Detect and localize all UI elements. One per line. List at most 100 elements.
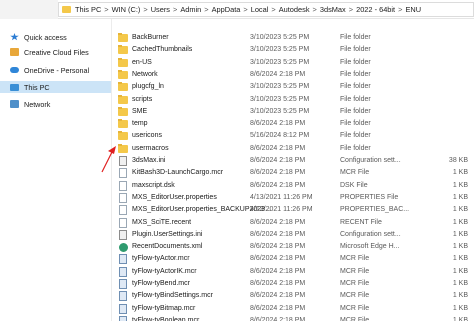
file-date-modified: 3/10/2023 5:25 PM [250,107,310,115]
file-date-modified: 3/10/2023 5:25 PM [250,58,310,66]
folder-icon [62,6,71,13]
file-size: 1 KB [452,169,468,177]
nav-item-this-pc[interactable]: This PC [0,81,111,93]
breadcrumb-appdata[interactable]: AppData [212,5,241,14]
file-size [428,69,468,81]
file-row[interactable]: Plugin.UserSettings.ini 8/6/2024 2:18 PM C… [116,229,474,241]
breadcrumb-users[interactable]: Users [151,5,170,14]
nav-item-label: Quick access [24,32,67,42]
onedrive-icon [10,67,19,73]
file-row[interactable]: BackBurner 3/10/2023 5:25 PM File folder [116,32,474,44]
breadcrumb-2022-64bit[interactable]: 2022 - 64bit [356,5,395,14]
file-type: Configuration sett... [340,230,401,238]
breadcrumb-this-pc[interactable]: This PC [75,5,101,14]
nav-item-quick-access[interactable]: Quick access [0,31,111,43]
breadcrumb-3dsmax[interactable]: 3dsMax [320,5,346,14]
script-file-icon [119,266,127,277]
chevron-right-icon[interactable]: > [243,5,247,14]
chevron-right-icon[interactable]: > [349,5,353,14]
file-date-modified: 8/6/2024 2:18 PM [250,230,306,238]
file-row[interactable]: MXS_EditorUser.properties_BACKUP2023... 4… [116,204,474,216]
nav-item-creative-cloud[interactable]: Creative Cloud Files [0,46,111,58]
file-row[interactable]: Network 8/6/2024 2:18 PM File folder [116,69,474,81]
file-type: PROPERTIES_BAC... [340,206,410,214]
nav-item-network[interactable]: Network [0,98,111,110]
file-row[interactable]: tyFlow-tyBoolean.mcr 8/6/2024 2:18 PM MCR … [116,315,474,321]
file-row[interactable]: RecentDocuments.xml 8/6/2024 2:18 PM Micro… [116,241,474,253]
file-date-modified: 8/6/2024 2:18 PM [250,267,306,275]
breadcrumb-local[interactable]: Local [251,5,269,14]
folder-icon [118,143,128,153]
file-size [428,81,468,93]
chevron-right-icon[interactable]: > [173,5,177,14]
file-type: DSK File [340,181,368,189]
chevron-right-icon[interactable]: > [143,5,147,14]
chevron-right-icon[interactable]: > [271,5,275,14]
file-row[interactable]: tyFlow-tyBend.mcr 8/6/2024 2:18 PM MCR Fil… [116,278,474,290]
settings-file-icon [119,156,127,166]
breadcrumb[interactable]: This PC > WIN (C:) > Users > Admin > App… [58,2,474,17]
file-type: File folder [340,120,371,128]
nav-item-label: Network [24,99,51,109]
file-row[interactable]: scripts 3/10/2023 5:25 PM File folder [116,94,474,106]
file-row[interactable]: MXS_SciTE.recent 8/6/2024 2:18 PM RECENT F… [116,217,474,229]
breadcrumb-admin[interactable]: Admin [180,5,201,14]
file-row[interactable]: temp 8/6/2024 2:18 PM File folder [116,118,474,130]
file-size: 1 KB [452,193,468,201]
file-date-modified: 8/6/2024 2:18 PM [250,218,306,226]
breadcrumb-autodesk[interactable]: Autodesk [279,5,310,14]
file-row[interactable]: KitBash3D-LaunchCargo.mcr 8/6/2024 2:18 P… [116,167,474,179]
file-date-modified: 8/6/2024 2:18 PM [250,169,306,177]
chevron-right-icon[interactable]: > [398,5,402,14]
file-row[interactable]: SME 3/10/2023 5:25 PM File folder [116,106,474,118]
file-row[interactable]: tyFlow-tyActor.mcr 8/6/2024 2:18 PM MCR Fi… [116,253,474,265]
script-file-icon [119,279,127,289]
file-size: 1 KB [452,206,468,214]
folder-icon [118,106,128,116]
file-date-modified: 8/6/2024 2:18 PM [250,144,306,152]
file-row[interactable]: tyFlow-tyBindSettings.mcr 8/6/2024 2:18 P… [116,290,474,302]
file-size [428,57,468,69]
file-date-modified: 8/6/2024 2:18 PM [250,316,306,321]
file-size: 1 KB [452,230,468,238]
folder-icon [118,69,128,79]
file-date-modified: 4/13/2021 11:26 PM [250,206,313,214]
file-row[interactable]: MXS_EditorUser.properties 4/13/2021 11:26… [116,192,474,204]
file-date-modified: 3/10/2023 5:25 PM [250,46,310,54]
folder-icon [118,119,128,129]
file-row[interactable]: maxscript.dsk 8/6/2024 2:18 PM DSK File 1 K… [116,180,474,192]
file-row[interactable]: usericons 5/16/2024 8:12 PM File folder [116,130,474,142]
file-type: File folder [340,34,371,41]
file-row[interactable]: tyFlow-tyBitmap.mcr 8/6/2024 2:18 PM MCR F… [116,303,474,315]
chevron-right-icon[interactable]: > [313,5,317,14]
breadcrumb-enu[interactable]: ENU [405,5,421,14]
breadcrumb-win-c[interactable]: WIN (C:) [112,5,141,14]
nav-item-onedrive[interactable]: OneDrive - Personal [0,64,111,76]
network-icon [10,100,19,108]
file-row[interactable]: en-US 3/10/2023 5:25 PM File folder [116,57,474,69]
file-row[interactable]: tyFlow-tyActorIK.mcr 8/6/2024 2:18 PM MCR … [116,266,474,278]
file-list: BackBurner 3/10/2023 5:25 PM File folder Ca… [116,32,474,321]
file-row[interactable]: 3dsMax.ini 8/6/2024 2:18 PM Configuration … [116,155,474,167]
file-size: 38 KB [448,157,468,164]
file-type: File folder [340,132,371,140]
file-size [428,44,468,56]
chevron-right-icon[interactable]: > [204,5,208,14]
file-icon [119,168,127,179]
chevron-right-icon[interactable]: > [104,5,108,14]
file-type: File folder [340,83,371,91]
file-type: Configuration sett... [340,157,401,164]
file-type: MCR File [340,267,370,275]
file-size [428,32,468,44]
folder-icon [118,45,128,55]
file-date-modified: 8/6/2024 2:18 PM [250,70,306,78]
folder-icon [118,57,128,67]
file-size [428,106,468,118]
file-row[interactable]: usermacros 8/6/2024 2:18 PM File folder [116,143,474,155]
file-size: 1 KB [452,267,468,275]
file-row[interactable]: CachedThumbnails 3/10/2023 5:25 PM File fo… [116,44,474,56]
file-row[interactable]: plugcfg_ln 3/10/2023 5:25 PM File folder [116,81,474,93]
file-type: Microsoft Edge H... [340,243,400,251]
file-date-modified: 8/6/2024 2:18 PM [250,181,306,189]
folder-icon [118,94,128,104]
